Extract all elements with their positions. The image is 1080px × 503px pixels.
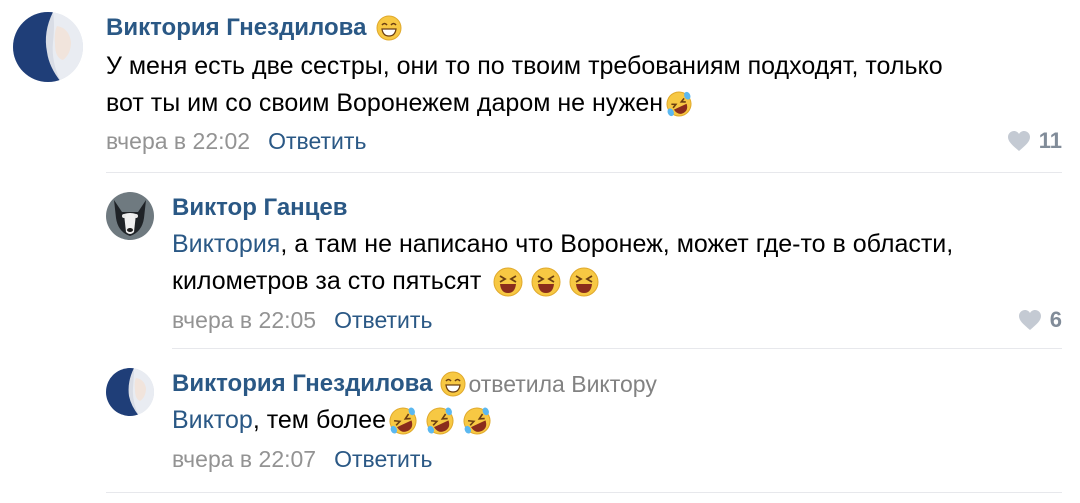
comment-time[interactable]: вчера в 22:02 (106, 128, 250, 155)
comment-author[interactable]: Виктор Ганцев (172, 194, 348, 222)
comment-text: , тем более (252, 406, 387, 434)
avatar[interactable] (106, 368, 154, 416)
grinning-face-with-smiling-eyes-emoji (440, 371, 466, 397)
like-button[interactable]: 11 (1007, 128, 1062, 154)
mention-link[interactable]: Виктория (172, 230, 280, 258)
divider (106, 172, 1062, 173)
comment-time[interactable]: вчера в 22:05 (172, 307, 316, 334)
heart-icon (1007, 131, 1030, 151)
likes-count: 11 (1038, 128, 1062, 153)
grinning-squinting-face-emoji (492, 266, 600, 298)
divider (106, 492, 1062, 493)
comment-text-line: У меня есть две сестры, они то по твоим … (106, 52, 943, 80)
comment-author[interactable]: Виктория Гнездилова (106, 14, 366, 42)
comment-text-line: вот ты им со своим Воронежем даром не ну… (106, 89, 664, 117)
avatar[interactable] (106, 192, 154, 240)
avatar[interactable] (13, 12, 83, 82)
heart-icon (1018, 310, 1041, 330)
comment-author[interactable]: Виктория Гнездилова (172, 370, 432, 398)
divider (172, 348, 1062, 349)
rolling-on-floor-laughing-emoji (663, 89, 695, 119)
comment-text-line: , а там не написано что Воронеж, может г… (280, 230, 954, 258)
likes-count: 6 (1049, 307, 1062, 332)
like-button[interactable]: 6 (1018, 307, 1062, 333)
mention-link[interactable]: Виктор (172, 406, 253, 434)
reply-button[interactable]: Ответить (334, 307, 432, 334)
replied-to-link[interactable]: ответила Виктору (468, 371, 656, 398)
comment-text-line: километров за сто пятьсят (172, 267, 482, 295)
reply-button[interactable]: Ответить (334, 446, 432, 473)
rolling-on-floor-laughing-emoji (386, 404, 494, 438)
comment-time[interactable]: вчера в 22:07 (172, 446, 316, 473)
grinning-face-with-smiling-eyes-emoji (376, 15, 402, 41)
reply-button[interactable]: Ответить (268, 128, 366, 155)
